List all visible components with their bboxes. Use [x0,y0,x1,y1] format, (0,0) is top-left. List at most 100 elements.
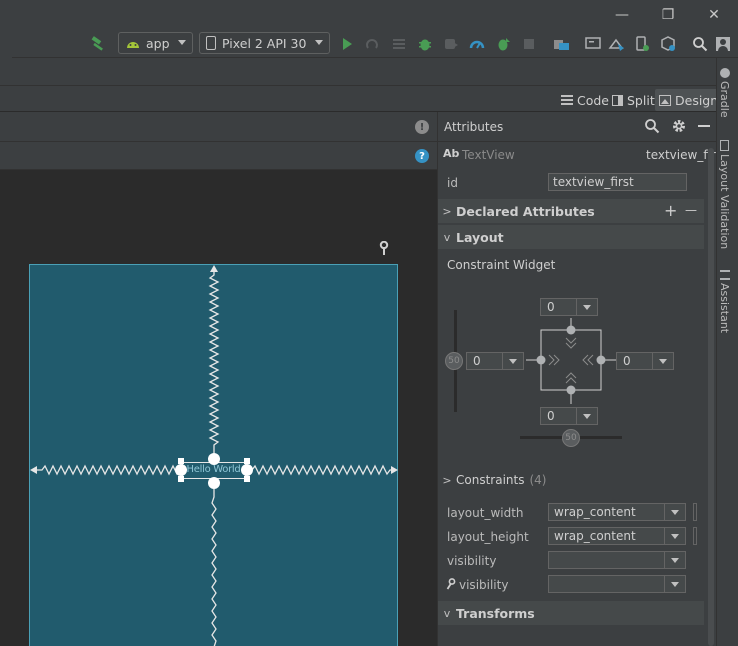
right-constraint-spring [246,464,392,476]
attributes-title: Attributes [444,120,504,134]
tab-layout-validation[interactable]: Layout Validation [718,140,731,249]
mode-split-label: Split [627,92,655,108]
title-bar: — ❐ ✕ [0,0,738,30]
design-canvas[interactable]: Hello World [0,170,437,646]
resize-handle-br[interactable] [244,476,250,482]
chevron-down-icon [315,40,323,45]
transforms-section[interactable]: v Transforms [438,601,704,625]
device-select[interactable]: Pixel 2 API 30 [199,32,330,54]
bottom-anchor-handle[interactable] [208,477,220,489]
apply-changes-icon[interactable] [363,35,381,53]
gear-icon[interactable] [671,118,687,134]
run-config-select[interactable]: app [118,32,193,54]
resize-handle-tr[interactable] [244,458,250,464]
constraints-count: (4) [529,473,547,487]
right-tool-strip: Gradle Layout Validation Assistant [716,58,738,646]
layout-validation-icon [720,140,729,151]
search-icon[interactable] [644,118,660,134]
declared-attributes-section[interactable]: > Declared Attributes + — [438,199,704,223]
tab-gradle[interactable]: Gradle [718,68,731,118]
hide-panel-button[interactable] [698,125,710,127]
mode-design-label: Design [675,92,719,108]
warning-icon[interactable]: ! [415,120,429,134]
attributes-panel: Attributes Ab TextView textview_first id… [437,112,727,646]
right-anchor-handle[interactable] [241,464,253,476]
id-label: id [447,176,458,190]
split-icon [612,94,623,106]
layout-height-resource-picker[interactable] [693,527,697,545]
editor-mode-bar: Code Split Design [0,86,723,112]
apply-code-icon[interactable] [390,35,408,53]
design-secondary-toolbar: ? [0,142,437,170]
layout-width-select[interactable]: wrap_content [548,503,686,521]
avd-manager-icon[interactable] [584,35,602,53]
main-toolbar: app Pixel 2 API 30 [0,30,738,58]
declared-attributes-label: Declared Attributes [456,203,595,219]
profile-icon[interactable] [468,35,486,53]
margin-top-value: 0 [547,300,555,314]
constraint-widget: 50 50 0 0 0 0 [438,282,704,452]
help-icon[interactable]: ? [415,149,429,163]
layout-inspector-icon[interactable] [659,35,677,53]
chevron-down-icon: v [443,606,451,620]
layout-height-value: wrap_content [554,529,636,543]
minimize-button[interactable]: — [610,3,634,27]
gradle-icon [719,68,730,78]
mode-design-button[interactable]: Design [655,89,723,111]
margin-bottom-select[interactable]: 0 [540,407,598,425]
mode-split-button[interactable]: Split [612,89,655,111]
tools-visibility-label: visibility [459,578,509,592]
visibility-select[interactable] [548,551,686,569]
resize-handle-tl[interactable] [178,458,184,464]
coverage-icon[interactable] [494,35,512,53]
margin-right-select[interactable]: 0 [616,352,674,370]
mode-code-button[interactable]: Code [561,89,609,111]
wrench-icon[interactable] [377,240,391,255]
device-label: Pixel 2 API 30 [222,35,307,51]
device-manager-icon[interactable] [633,35,651,53]
close-window-button[interactable]: ✕ [702,3,726,27]
layout-height-label: layout_height [447,530,529,544]
top-anchor-handle[interactable] [208,453,220,465]
horizontal-bias-handle[interactable]: 50 [562,429,580,447]
sync-icon[interactable] [553,35,571,53]
layout-height-select[interactable]: wrap_content [548,527,686,545]
stop-icon[interactable] [520,35,538,53]
device-preview[interactable]: Hello World [29,264,398,646]
run-icon[interactable] [338,35,356,53]
mode-code-label: Code [577,92,610,108]
chevron-right-icon: > [442,204,452,218]
constraints-section[interactable]: > Constraints (4) [438,470,704,490]
restore-button[interactable]: ❐ [656,3,680,27]
margin-top-select[interactable]: 0 [540,298,598,316]
vertical-bias-handle[interactable]: 50 [445,352,463,370]
constraints-label: Constraints [456,473,525,487]
add-attribute-button[interactable]: + [664,201,677,220]
margin-left-value: 0 [473,354,481,368]
tab-assistant[interactable]: Assistant [718,270,731,333]
sdk-manager-icon[interactable] [608,35,626,53]
tools-visibility-select[interactable] [548,575,686,593]
debug-icon[interactable] [416,35,434,53]
id-field[interactable]: textview_first [548,173,687,191]
margin-left-select[interactable]: 0 [466,352,524,370]
chevron-down-icon [671,510,679,515]
layout-section[interactable]: v Layout [438,225,704,249]
navigation-bar [0,58,716,86]
widget-type: TextView [462,148,515,162]
layout-width-resource-picker[interactable] [693,503,697,521]
remove-attribute-button[interactable]: — [685,203,697,217]
left-anchor-handle[interactable] [175,464,187,476]
margin-right-value: 0 [623,354,631,368]
attach-debugger-icon[interactable] [442,35,460,53]
design-toolbar: ! [0,112,437,142]
attributes-scrollbar[interactable] [708,148,714,646]
hammer-icon[interactable] [89,35,107,53]
chevron-down-icon [671,558,679,563]
device-icon [206,36,216,50]
resize-handle-bl[interactable] [178,476,184,482]
transforms-label: Transforms [456,605,535,621]
account-icon[interactable] [714,35,732,53]
android-icon [125,37,141,49]
search-icon[interactable] [691,35,709,53]
